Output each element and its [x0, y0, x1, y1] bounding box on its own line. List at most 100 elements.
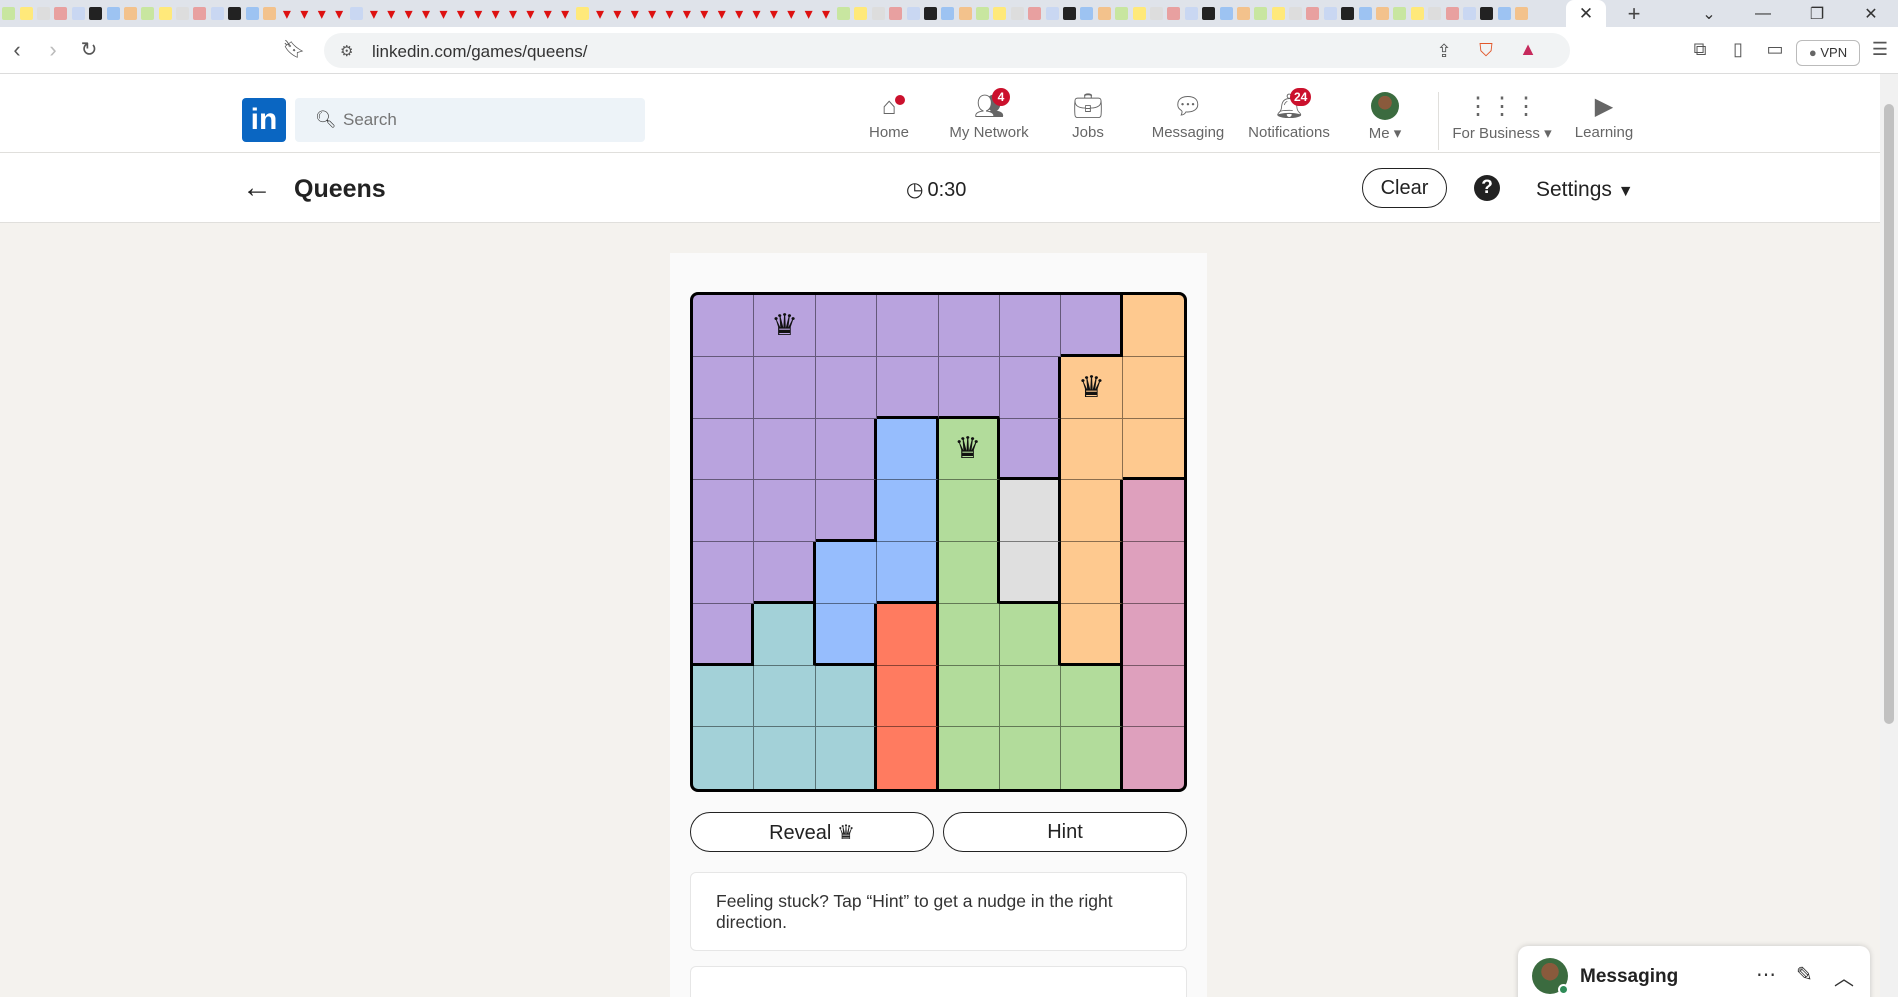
pinned-tab[interactable] [1217, 0, 1234, 27]
pinned-tab[interactable] [209, 0, 226, 27]
board-cell[interactable] [754, 603, 816, 666]
board-cell[interactable] [1061, 603, 1123, 666]
pinned-tab[interactable]: ▾ [417, 0, 434, 27]
board-cell[interactable] [754, 480, 816, 542]
back-icon[interactable]: ‹ [4, 37, 30, 63]
board-cell[interactable] [754, 542, 816, 604]
pinned-tab[interactable] [1496, 0, 1513, 27]
reveal-button[interactable]: Reveal ♛ [690, 812, 934, 852]
tab-search-icon[interactable]: ⌄ [1682, 4, 1736, 24]
nav-notifications[interactable]: 🔔︎ 24 Notifications [1244, 88, 1334, 148]
pinned-tab[interactable] [70, 0, 87, 27]
pinned-tab[interactable] [1304, 0, 1321, 27]
pinned-tab[interactable]: ▾ [383, 0, 400, 27]
board-cell[interactable] [815, 418, 878, 481]
pinned-tab[interactable]: ▾ [661, 0, 678, 27]
nav-my-network[interactable]: 👥︎ 4 My Network [944, 88, 1034, 148]
pinned-tab[interactable] [1183, 0, 1200, 27]
pinned-tab[interactable] [52, 0, 69, 27]
pinned-tab[interactable] [0, 0, 17, 27]
board-cell[interactable]: ♛ [1061, 356, 1123, 419]
more-options-icon[interactable]: ⋯ [1756, 962, 1776, 987]
pinned-tab[interactable]: ▾ [591, 0, 608, 27]
pinned-tab[interactable]: ▾ [609, 0, 626, 27]
sidebar-icon[interactable]: ▯ [1726, 39, 1750, 60]
pinned-tab[interactable] [174, 0, 191, 27]
board-cell[interactable] [877, 542, 939, 604]
pinned-tab[interactable] [1252, 0, 1269, 27]
pinned-tab[interactable]: ▾ [539, 0, 556, 27]
pinned-tab[interactable] [1026, 0, 1043, 27]
board-cell[interactable] [1061, 295, 1123, 357]
pinned-tab[interactable] [87, 0, 104, 27]
pinned-tab[interactable] [1270, 0, 1287, 27]
board-cell[interactable] [1122, 603, 1184, 666]
pinned-tab[interactable] [922, 0, 939, 27]
chevron-up-icon[interactable]: ︿ [1834, 962, 1854, 991]
pinned-tab[interactable] [139, 0, 156, 27]
vpn-button[interactable]: ● VPN [1796, 40, 1860, 66]
active-tab-close-icon[interactable]: ✕ [1566, 0, 1606, 27]
board-cell[interactable] [815, 542, 878, 604]
board-cell[interactable] [693, 603, 755, 666]
pinned-tab[interactable]: ▾ [765, 0, 782, 27]
pinned-tab[interactable] [243, 0, 260, 27]
board-cell[interactable] [999, 727, 1062, 789]
board-cell[interactable] [1122, 727, 1184, 789]
board-cell[interactable] [999, 542, 1062, 604]
restore-button[interactable]: ❐ [1790, 4, 1844, 24]
nav-home[interactable]: ⌂ Home [858, 92, 920, 148]
pinned-tab[interactable]: ▾ [435, 0, 452, 27]
pinned-tab[interactable]: ▾ [678, 0, 695, 27]
board-cell[interactable] [815, 480, 878, 542]
pinned-tab[interactable] [1113, 0, 1130, 27]
board-cell[interactable] [999, 603, 1062, 666]
pinned-tab[interactable]: ▾ [365, 0, 382, 27]
pinned-tab[interactable] [1513, 0, 1530, 27]
pinned-tab[interactable] [226, 0, 243, 27]
search-box[interactable]: 🔍︎ [295, 98, 645, 142]
board-cell[interactable] [1061, 418, 1123, 481]
board-cell[interactable] [1122, 418, 1184, 481]
pinned-tab[interactable]: ▾ [748, 0, 765, 27]
pinned-tab[interactable]: ▾ [504, 0, 521, 27]
pinned-tab[interactable] [956, 0, 973, 27]
pinned-tab[interactable]: ▾ [296, 0, 313, 27]
pinned-tab[interactable] [1130, 0, 1147, 27]
address-bar[interactable]: ⚙︎ linkedin.com/games/queens/ ⇪ ⛉ ▲ [324, 33, 1570, 68]
pinned-tab[interactable] [1165, 0, 1182, 27]
pinned-tab[interactable]: ▾ [643, 0, 660, 27]
pinned-tab[interactable] [887, 0, 904, 27]
pinned-tab[interactable]: ▾ [330, 0, 347, 27]
pinned-tab[interactable] [1443, 0, 1460, 27]
minimize-button[interactable]: — [1736, 5, 1790, 23]
pinned-tab[interactable] [157, 0, 174, 27]
clear-button[interactable]: Clear [1362, 168, 1447, 208]
pinned-tab[interactable]: ▾ [487, 0, 504, 27]
close-window-button[interactable]: ✕ [1844, 4, 1898, 24]
pinned-tab[interactable]: ▾ [278, 0, 295, 27]
board-cell[interactable] [877, 480, 939, 542]
pinned-tab[interactable]: ▾ [783, 0, 800, 27]
pinned-tab[interactable] [852, 0, 869, 27]
board-cell[interactable] [1061, 480, 1123, 542]
pinned-tab[interactable] [1339, 0, 1356, 27]
board-cell[interactable] [693, 295, 755, 357]
board-cell[interactable] [999, 295, 1062, 357]
site-info-icon[interactable]: ⚙︎ [340, 42, 353, 60]
board-cell[interactable] [877, 295, 939, 357]
board-cell[interactable] [938, 665, 1000, 728]
brave-shield-icon[interactable]: ⛉ [1474, 40, 1498, 61]
help-icon[interactable]: ? [1474, 175, 1500, 201]
compose-icon[interactable]: ✎ [1796, 962, 1813, 987]
messaging-widget[interactable]: Messaging ⋯ ✎ ︿ [1518, 946, 1870, 997]
board-cell[interactable] [877, 418, 939, 481]
pinned-tab[interactable] [1235, 0, 1252, 27]
pinned-tab[interactable] [939, 0, 956, 27]
pinned-tab[interactable] [904, 0, 921, 27]
pinned-tab[interactable]: ▾ [400, 0, 417, 27]
board-cell[interactable] [938, 727, 1000, 789]
board-cell[interactable]: ♛ [754, 295, 816, 357]
pinned-tab[interactable] [1043, 0, 1060, 27]
pinned-tab[interactable] [1461, 0, 1478, 27]
